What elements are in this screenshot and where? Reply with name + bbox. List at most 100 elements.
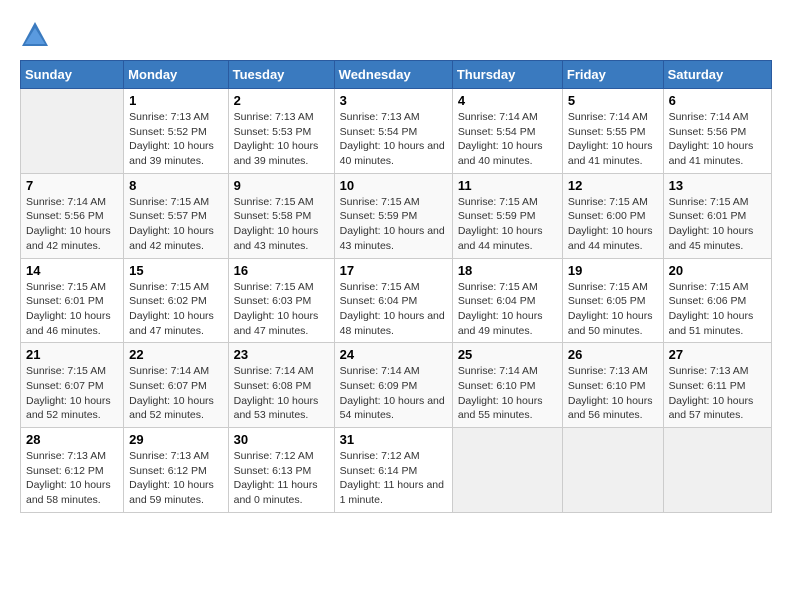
day-cell bbox=[452, 428, 562, 513]
day-info: Sunrise: 7:15 AMSunset: 6:00 PMDaylight:… bbox=[568, 195, 658, 254]
day-number: 2 bbox=[234, 93, 329, 108]
day-cell: 23 Sunrise: 7:14 AMSunset: 6:08 PMDayligh… bbox=[228, 343, 334, 428]
day-cell: 18 Sunrise: 7:15 AMSunset: 6:04 PMDayligh… bbox=[452, 258, 562, 343]
day-cell: 20 Sunrise: 7:15 AMSunset: 6:06 PMDayligh… bbox=[663, 258, 771, 343]
day-number: 29 bbox=[129, 432, 222, 447]
header-cell-tuesday: Tuesday bbox=[228, 61, 334, 89]
day-number: 28 bbox=[26, 432, 118, 447]
day-info: Sunrise: 7:15 AMSunset: 6:06 PMDaylight:… bbox=[669, 280, 766, 339]
day-cell: 12 Sunrise: 7:15 AMSunset: 6:00 PMDayligh… bbox=[562, 173, 663, 258]
day-info: Sunrise: 7:15 AMSunset: 6:07 PMDaylight:… bbox=[26, 364, 118, 423]
day-info: Sunrise: 7:13 AMSunset: 5:53 PMDaylight:… bbox=[234, 110, 329, 169]
header-cell-friday: Friday bbox=[562, 61, 663, 89]
day-number: 5 bbox=[568, 93, 658, 108]
week-row-4: 21 Sunrise: 7:15 AMSunset: 6:07 PMDayligh… bbox=[21, 343, 772, 428]
day-cell: 7 Sunrise: 7:14 AMSunset: 5:56 PMDaylight… bbox=[21, 173, 124, 258]
day-cell: 15 Sunrise: 7:15 AMSunset: 6:02 PMDayligh… bbox=[124, 258, 228, 343]
week-row-1: 1 Sunrise: 7:13 AMSunset: 5:52 PMDaylight… bbox=[21, 89, 772, 174]
day-number: 7 bbox=[26, 178, 118, 193]
day-info: Sunrise: 7:15 AMSunset: 5:59 PMDaylight:… bbox=[458, 195, 557, 254]
day-info: Sunrise: 7:14 AMSunset: 6:07 PMDaylight:… bbox=[129, 364, 222, 423]
header-cell-saturday: Saturday bbox=[663, 61, 771, 89]
day-info: Sunrise: 7:13 AMSunset: 6:10 PMDaylight:… bbox=[568, 364, 658, 423]
day-number: 15 bbox=[129, 263, 222, 278]
day-number: 8 bbox=[129, 178, 222, 193]
day-number: 23 bbox=[234, 347, 329, 362]
day-number: 26 bbox=[568, 347, 658, 362]
logo-icon bbox=[20, 20, 50, 50]
day-number: 25 bbox=[458, 347, 557, 362]
day-number: 13 bbox=[669, 178, 766, 193]
day-number: 1 bbox=[129, 93, 222, 108]
day-info: Sunrise: 7:13 AMSunset: 5:54 PMDaylight:… bbox=[340, 110, 447, 169]
day-cell: 28Sunrise: 7:13 AMSunset: 6:12 PMDayligh… bbox=[21, 428, 124, 513]
day-cell: 16 Sunrise: 7:15 AMSunset: 6:03 PMDayligh… bbox=[228, 258, 334, 343]
day-number: 12 bbox=[568, 178, 658, 193]
day-cell: 4 Sunrise: 7:14 AMSunset: 5:54 PMDaylight… bbox=[452, 89, 562, 174]
day-cell: 9 Sunrise: 7:15 AMSunset: 5:58 PMDaylight… bbox=[228, 173, 334, 258]
day-cell: 2 Sunrise: 7:13 AMSunset: 5:53 PMDaylight… bbox=[228, 89, 334, 174]
day-info: Sunrise: 7:13 AMSunset: 6:12 PMDaylight:… bbox=[129, 449, 222, 508]
day-number: 27 bbox=[669, 347, 766, 362]
day-cell: 1 Sunrise: 7:13 AMSunset: 5:52 PMDaylight… bbox=[124, 89, 228, 174]
day-info: Sunrise: 7:12 AMSunset: 6:13 PMDaylight:… bbox=[234, 449, 329, 508]
day-info: Sunrise: 7:14 AMSunset: 6:09 PMDaylight:… bbox=[340, 364, 447, 423]
day-number: 24 bbox=[340, 347, 447, 362]
day-number: 16 bbox=[234, 263, 329, 278]
day-cell bbox=[663, 428, 771, 513]
day-number: 10 bbox=[340, 178, 447, 193]
day-number: 20 bbox=[669, 263, 766, 278]
header-cell-thursday: Thursday bbox=[452, 61, 562, 89]
day-cell: 10 Sunrise: 7:15 AMSunset: 5:59 PMDayligh… bbox=[334, 173, 452, 258]
day-number: 22 bbox=[129, 347, 222, 362]
day-info: Sunrise: 7:15 AMSunset: 5:57 PMDaylight:… bbox=[129, 195, 222, 254]
day-number: 14 bbox=[26, 263, 118, 278]
day-cell: 13 Sunrise: 7:15 AMSunset: 6:01 PMDayligh… bbox=[663, 173, 771, 258]
header-row: SundayMondayTuesdayWednesdayThursdayFrid… bbox=[21, 61, 772, 89]
day-cell: 27 Sunrise: 7:13 AMSunset: 6:11 PMDayligh… bbox=[663, 343, 771, 428]
day-info: Sunrise: 7:15 AMSunset: 6:03 PMDaylight:… bbox=[234, 280, 329, 339]
day-number: 30 bbox=[234, 432, 329, 447]
day-cell: 17 Sunrise: 7:15 AMSunset: 6:04 PMDayligh… bbox=[334, 258, 452, 343]
day-number: 6 bbox=[669, 93, 766, 108]
day-info: Sunrise: 7:14 AMSunset: 5:54 PMDaylight:… bbox=[458, 110, 557, 169]
day-cell bbox=[21, 89, 124, 174]
day-cell: 6 Sunrise: 7:14 AMSunset: 5:56 PMDaylight… bbox=[663, 89, 771, 174]
day-info: Sunrise: 7:14 AMSunset: 6:08 PMDaylight:… bbox=[234, 364, 329, 423]
day-cell: 3 Sunrise: 7:13 AMSunset: 5:54 PMDaylight… bbox=[334, 89, 452, 174]
day-number: 21 bbox=[26, 347, 118, 362]
day-info: Sunrise: 7:15 AMSunset: 6:01 PMDaylight:… bbox=[26, 280, 118, 339]
day-info: Sunrise: 7:15 AMSunset: 6:04 PMDaylight:… bbox=[458, 280, 557, 339]
day-info: Sunrise: 7:13 AMSunset: 6:11 PMDaylight:… bbox=[669, 364, 766, 423]
day-number: 9 bbox=[234, 178, 329, 193]
week-row-3: 14 Sunrise: 7:15 AMSunset: 6:01 PMDayligh… bbox=[21, 258, 772, 343]
day-info: Sunrise: 7:14 AMSunset: 5:56 PMDaylight:… bbox=[26, 195, 118, 254]
week-row-2: 7 Sunrise: 7:14 AMSunset: 5:56 PMDaylight… bbox=[21, 173, 772, 258]
day-info: Sunrise: 7:14 AMSunset: 6:10 PMDaylight:… bbox=[458, 364, 557, 423]
day-info: Sunrise: 7:14 AMSunset: 5:55 PMDaylight:… bbox=[568, 110, 658, 169]
day-info: Sunrise: 7:15 AMSunset: 5:58 PMDaylight:… bbox=[234, 195, 329, 254]
day-cell: 22 Sunrise: 7:14 AMSunset: 6:07 PMDayligh… bbox=[124, 343, 228, 428]
day-number: 19 bbox=[568, 263, 658, 278]
day-cell: 21 Sunrise: 7:15 AMSunset: 6:07 PMDayligh… bbox=[21, 343, 124, 428]
day-info: Sunrise: 7:14 AMSunset: 5:56 PMDaylight:… bbox=[669, 110, 766, 169]
day-info: Sunrise: 7:13 AMSunset: 5:52 PMDaylight:… bbox=[129, 110, 222, 169]
week-row-5: 28 Sunrise: 7:13 AMSunset: 6:12 PMDayligh… bbox=[21, 428, 772, 513]
day-number: 17 bbox=[340, 263, 447, 278]
day-cell: 31Sunrise: 7:12 AMSunset: 6:14 PMDayligh… bbox=[334, 428, 452, 513]
day-info: Sunrise: 7:15 AMSunset: 6:01 PMDaylight:… bbox=[669, 195, 766, 254]
day-number: 11 bbox=[458, 178, 557, 193]
day-cell: 30 Sunrise: 7:12 AMSunset: 6:13 PMDayligh… bbox=[228, 428, 334, 513]
day-info: Sunrise: 7:15 AMSunset: 6:04 PMDaylight:… bbox=[340, 280, 447, 339]
day-info: Sunrise: 7:15 AMSunset: 5:59 PMDaylight:… bbox=[340, 195, 447, 254]
day-info: Sunrise: 7:15 AMSunset: 6:05 PMDaylight:… bbox=[568, 280, 658, 339]
day-number: 4 bbox=[458, 93, 557, 108]
day-number: 31 bbox=[340, 432, 447, 447]
day-number: 18 bbox=[458, 263, 557, 278]
day-number: 3 bbox=[340, 93, 447, 108]
page-header bbox=[20, 20, 772, 50]
day-cell: 11 Sunrise: 7:15 AMSunset: 5:59 PMDayligh… bbox=[452, 173, 562, 258]
day-cell: 24 Sunrise: 7:14 AMSunset: 6:09 PMDayligh… bbox=[334, 343, 452, 428]
header-cell-wednesday: Wednesday bbox=[334, 61, 452, 89]
day-info: Sunrise: 7:15 AMSunset: 6:02 PMDaylight:… bbox=[129, 280, 222, 339]
